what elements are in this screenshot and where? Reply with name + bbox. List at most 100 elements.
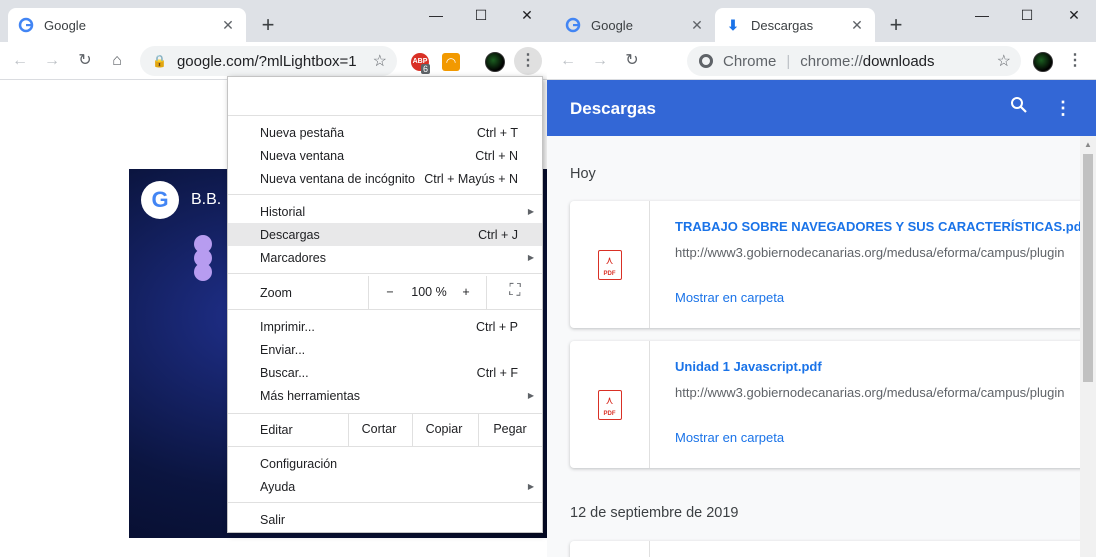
- menu-item-bookmarks[interactable]: Marcadores ▶: [228, 246, 542, 269]
- menu-item-label: Nueva pestaña: [260, 125, 345, 140]
- show-in-folder-link[interactable]: Mostrar en carpeta: [675, 290, 784, 305]
- more-options-icon[interactable]: ⋮: [1051, 96, 1075, 120]
- tab-close-icon[interactable]: ✕: [689, 17, 705, 33]
- close-window-button[interactable]: ✕: [512, 4, 542, 26]
- address-scheme: chrome://: [800, 52, 863, 70]
- menu-vertical-divider: [348, 413, 349, 446]
- file-name-link[interactable]: TRABAJO SOBRE NAVEGADORES Y SUS CARACTER…: [675, 219, 1086, 234]
- cut-button[interactable]: Cortar: [350, 422, 408, 436]
- new-tab-button[interactable]: +: [884, 13, 908, 37]
- download-item: ⋏ PDF Unidad 1 Javascript.pdf http://www3…: [570, 341, 1086, 468]
- menu-item-settings[interactable]: Configuración: [228, 452, 542, 475]
- menu-shortcut: Ctrl + Mayús + N: [424, 171, 518, 186]
- tab-title: Descargas: [751, 17, 814, 33]
- menu-separator: [228, 309, 542, 310]
- address-prefix: Chrome: [723, 52, 777, 70]
- video-title: B.B.: [191, 191, 222, 208]
- extension-badge: 6: [421, 64, 431, 74]
- tab-close-icon[interactable]: ✕: [849, 17, 865, 33]
- tab-close-icon[interactable]: ✕: [220, 17, 236, 33]
- decor-dot: [194, 263, 212, 281]
- rss-extension-icon[interactable]: ◠: [442, 53, 460, 71]
- menu-item-incognito[interactable]: Nueva ventana de incógnito Ctrl + Mayús +…: [228, 167, 542, 190]
- scrollbar[interactable]: ▲: [1080, 136, 1096, 557]
- chrome-menu-button[interactable]: ⋮: [514, 47, 542, 75]
- tab-downloads[interactable]: ⬇ Descargas ✕: [715, 8, 875, 42]
- address-divider: |: [786, 52, 791, 70]
- menu-item-help[interactable]: Ayuda ▶: [228, 475, 542, 498]
- downloads-header: Descargas ⋮: [547, 80, 1096, 136]
- menu-item-history[interactable]: Historial ▶: [228, 200, 542, 223]
- new-tab-button[interactable]: +: [256, 13, 280, 37]
- back-button[interactable]: ←: [8, 49, 32, 73]
- menu-shortcut: Ctrl + N: [475, 148, 518, 163]
- date-group-label: 12 de septiembre de 2019: [570, 505, 739, 521]
- address-bar[interactable]: 🔒 google.com/?mlLightbox=1 ☆: [140, 46, 397, 76]
- scroll-up-arrow-icon[interactable]: ▲: [1080, 140, 1096, 149]
- menu-item-exit[interactable]: Salir: [228, 508, 542, 531]
- close-window-button[interactable]: ✕: [1059, 4, 1089, 26]
- menu-item-new-tab[interactable]: Nueva pestaña Ctrl + T: [228, 121, 542, 144]
- menu-item-find[interactable]: Buscar... Ctrl + F: [228, 361, 542, 384]
- menu-item-print[interactable]: Imprimir... Ctrl + P: [228, 315, 542, 338]
- menu-separator: [228, 194, 542, 195]
- tab-google[interactable]: Google ✕: [8, 8, 246, 42]
- tab-google[interactable]: Google ✕: [555, 8, 715, 42]
- menu-separator: [228, 446, 542, 447]
- menu-item-label: Buscar...: [260, 365, 309, 380]
- zoom-out-button[interactable]: −: [378, 285, 402, 299]
- menu-item-label: Marcadores: [260, 250, 326, 265]
- back-button[interactable]: ←: [556, 49, 580, 73]
- menu-item-label: Descargas: [260, 227, 320, 242]
- menu-item-label: Editar: [260, 422, 293, 437]
- copy-button[interactable]: Copiar: [414, 422, 474, 436]
- paste-button[interactable]: Pegar: [480, 422, 540, 436]
- forward-button[interactable]: →: [40, 49, 64, 73]
- profile-avatar[interactable]: [1033, 52, 1053, 72]
- maximize-button[interactable]: ☐: [466, 4, 496, 26]
- menu-item-downloads[interactable]: Descargas Ctrl + J: [228, 223, 542, 246]
- scrollbar-thumb[interactable]: [1083, 154, 1093, 382]
- submenu-arrow-icon: ▶: [527, 207, 534, 216]
- file-icon-cell: ⋏ PDF: [570, 341, 650, 468]
- bookmark-star-icon[interactable]: ☆: [373, 51, 387, 71]
- forward-button[interactable]: →: [588, 49, 612, 73]
- address-path: downloads: [862, 52, 935, 70]
- menu-separator: [228, 273, 542, 274]
- menu-item-label: Zoom: [260, 285, 292, 300]
- menu-item-label: Ayuda: [260, 479, 296, 494]
- file-name-link[interactable]: Unidad 1 Javascript.pdf: [675, 359, 822, 374]
- show-in-folder-link[interactable]: Mostrar en carpeta: [675, 430, 784, 445]
- home-button[interactable]: ⌂: [105, 49, 129, 73]
- date-group-label: Hoy: [570, 166, 596, 182]
- chrome-menu: Nueva pestaña Ctrl + T Nueva ventana Ctrl …: [227, 76, 543, 533]
- address-url: google.com/?mlLightbox=1: [176, 52, 357, 70]
- fullscreen-icon[interactable]: ⛶: [500, 282, 530, 300]
- zoom-in-button[interactable]: +: [454, 285, 478, 299]
- pdf-file-icon: ⋏ PDF: [597, 389, 622, 420]
- maximize-button[interactable]: ☐: [1012, 4, 1042, 26]
- menu-item-label: Nueva ventana de incógnito: [260, 171, 415, 186]
- menu-vertical-divider: [478, 413, 479, 446]
- search-icon[interactable]: [1007, 96, 1031, 120]
- google-favicon-icon: [18, 17, 34, 33]
- download-favicon-icon: ⬇: [727, 16, 739, 33]
- minimize-button[interactable]: —: [421, 4, 451, 26]
- menu-shortcut: Ctrl + F: [476, 365, 518, 380]
- menu-item-new-window[interactable]: Nueva ventana Ctrl + N: [228, 144, 542, 167]
- reload-button[interactable]: ↻: [620, 49, 644, 73]
- pdf-file-icon: ⋏ PDF: [597, 249, 622, 280]
- address-bar[interactable]: Chrome | chrome://downloads ☆: [687, 46, 1021, 76]
- menu-item-label: Configuración: [260, 456, 338, 471]
- menu-item-label: Nueva ventana: [260, 148, 345, 163]
- menu-item-label: Historial: [260, 204, 306, 219]
- menu-vertical-divider: [368, 276, 369, 309]
- minimize-button[interactable]: —: [967, 4, 997, 26]
- chrome-menu-button[interactable]: ⋮: [1063, 49, 1087, 73]
- bookmark-star-icon[interactable]: ☆: [997, 51, 1011, 71]
- profile-avatar[interactable]: [485, 52, 505, 72]
- menu-item-more-tools[interactable]: Más herramientas ▶: [228, 384, 542, 407]
- tab-title: Google: [591, 17, 633, 33]
- menu-item-send[interactable]: Enviar...: [228, 338, 542, 361]
- reload-button[interactable]: ↻: [73, 49, 97, 73]
